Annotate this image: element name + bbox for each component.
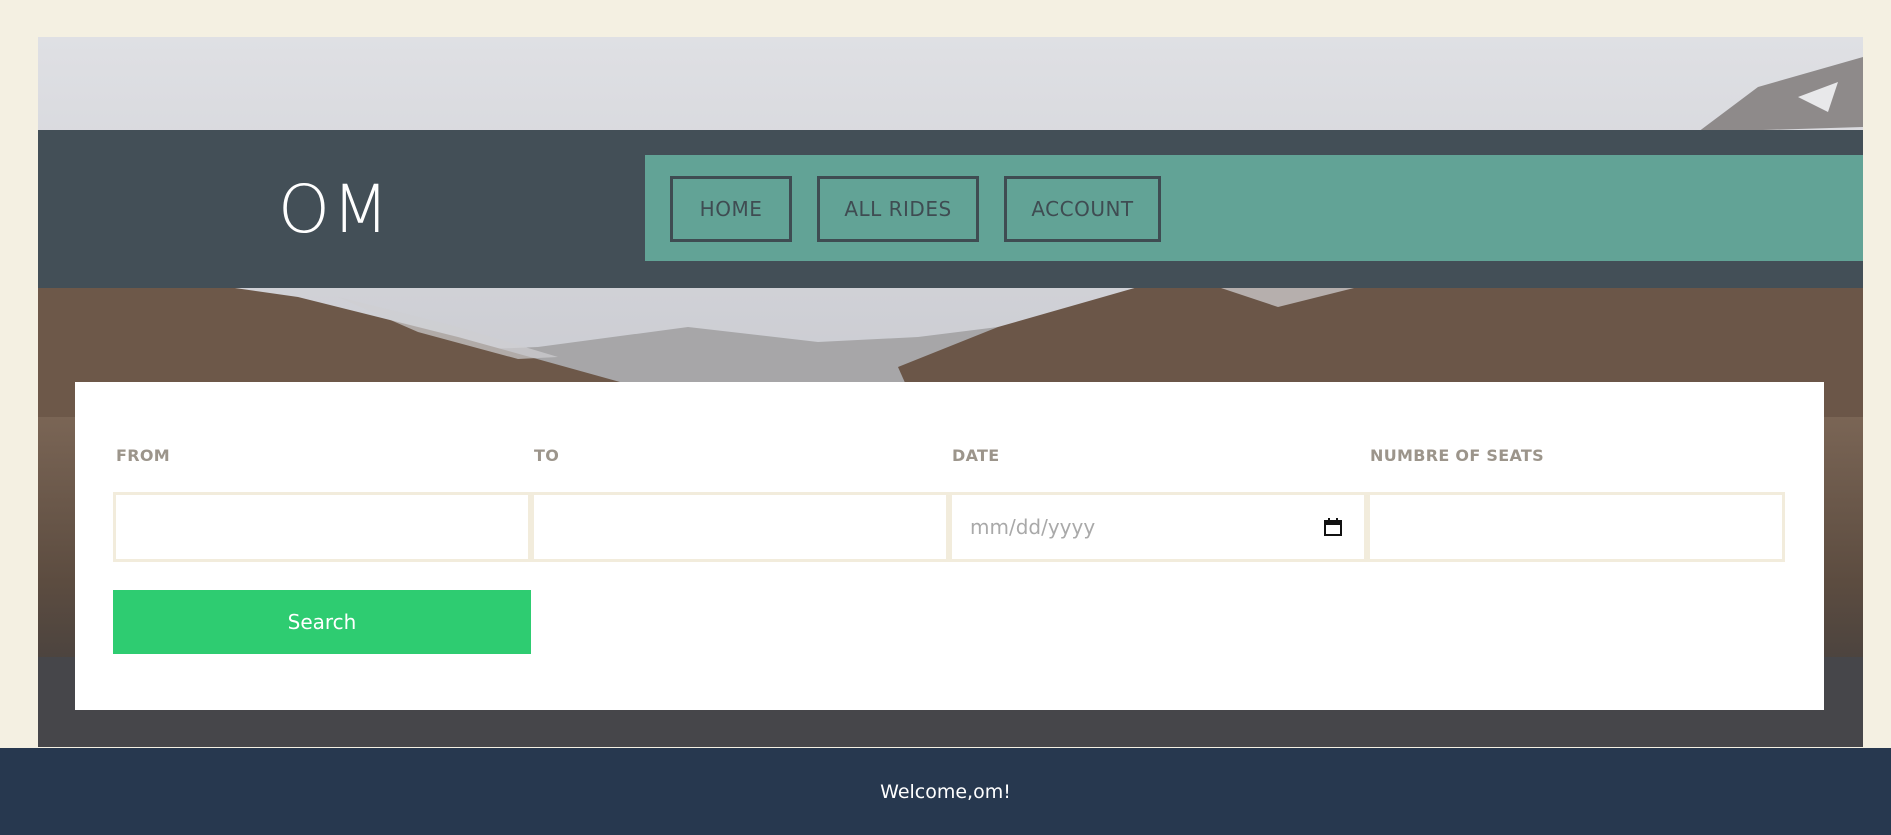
search-button[interactable]: Search (113, 590, 531, 654)
site-footer: Welcome,om! (0, 748, 1891, 835)
calendar-icon[interactable] (1324, 518, 1342, 536)
date-placeholder: mm/dd/yyyy (970, 515, 1096, 539)
site-header: OM HOME ALL RIDES ACCOUNT (38, 130, 1863, 288)
from-label: FROM (116, 446, 170, 465)
seats-input[interactable] (1367, 492, 1785, 562)
date-label: DATE (952, 446, 1000, 465)
page: OM HOME ALL RIDES ACCOUNT FROM TO DATE N… (0, 0, 1891, 835)
date-input[interactable]: mm/dd/yyyy (949, 492, 1367, 562)
seats-label: NUMBRE OF SEATS (1370, 446, 1544, 465)
from-input[interactable] (113, 492, 531, 562)
nav-account-button[interactable]: ACCOUNT (1004, 176, 1161, 242)
to-input[interactable] (531, 492, 949, 562)
nav-all-rides-button[interactable]: ALL RIDES (817, 176, 979, 242)
welcome-message: Welcome,om! (880, 780, 1011, 803)
ride-search-form: FROM TO DATE NUMBRE OF SEATS mm/dd/yyyy … (75, 382, 1824, 710)
main-nav: HOME ALL RIDES ACCOUNT (645, 155, 1863, 261)
nav-home-button[interactable]: HOME (670, 176, 792, 242)
site-logo[interactable]: OM (278, 170, 478, 250)
to-label: TO (534, 446, 560, 465)
